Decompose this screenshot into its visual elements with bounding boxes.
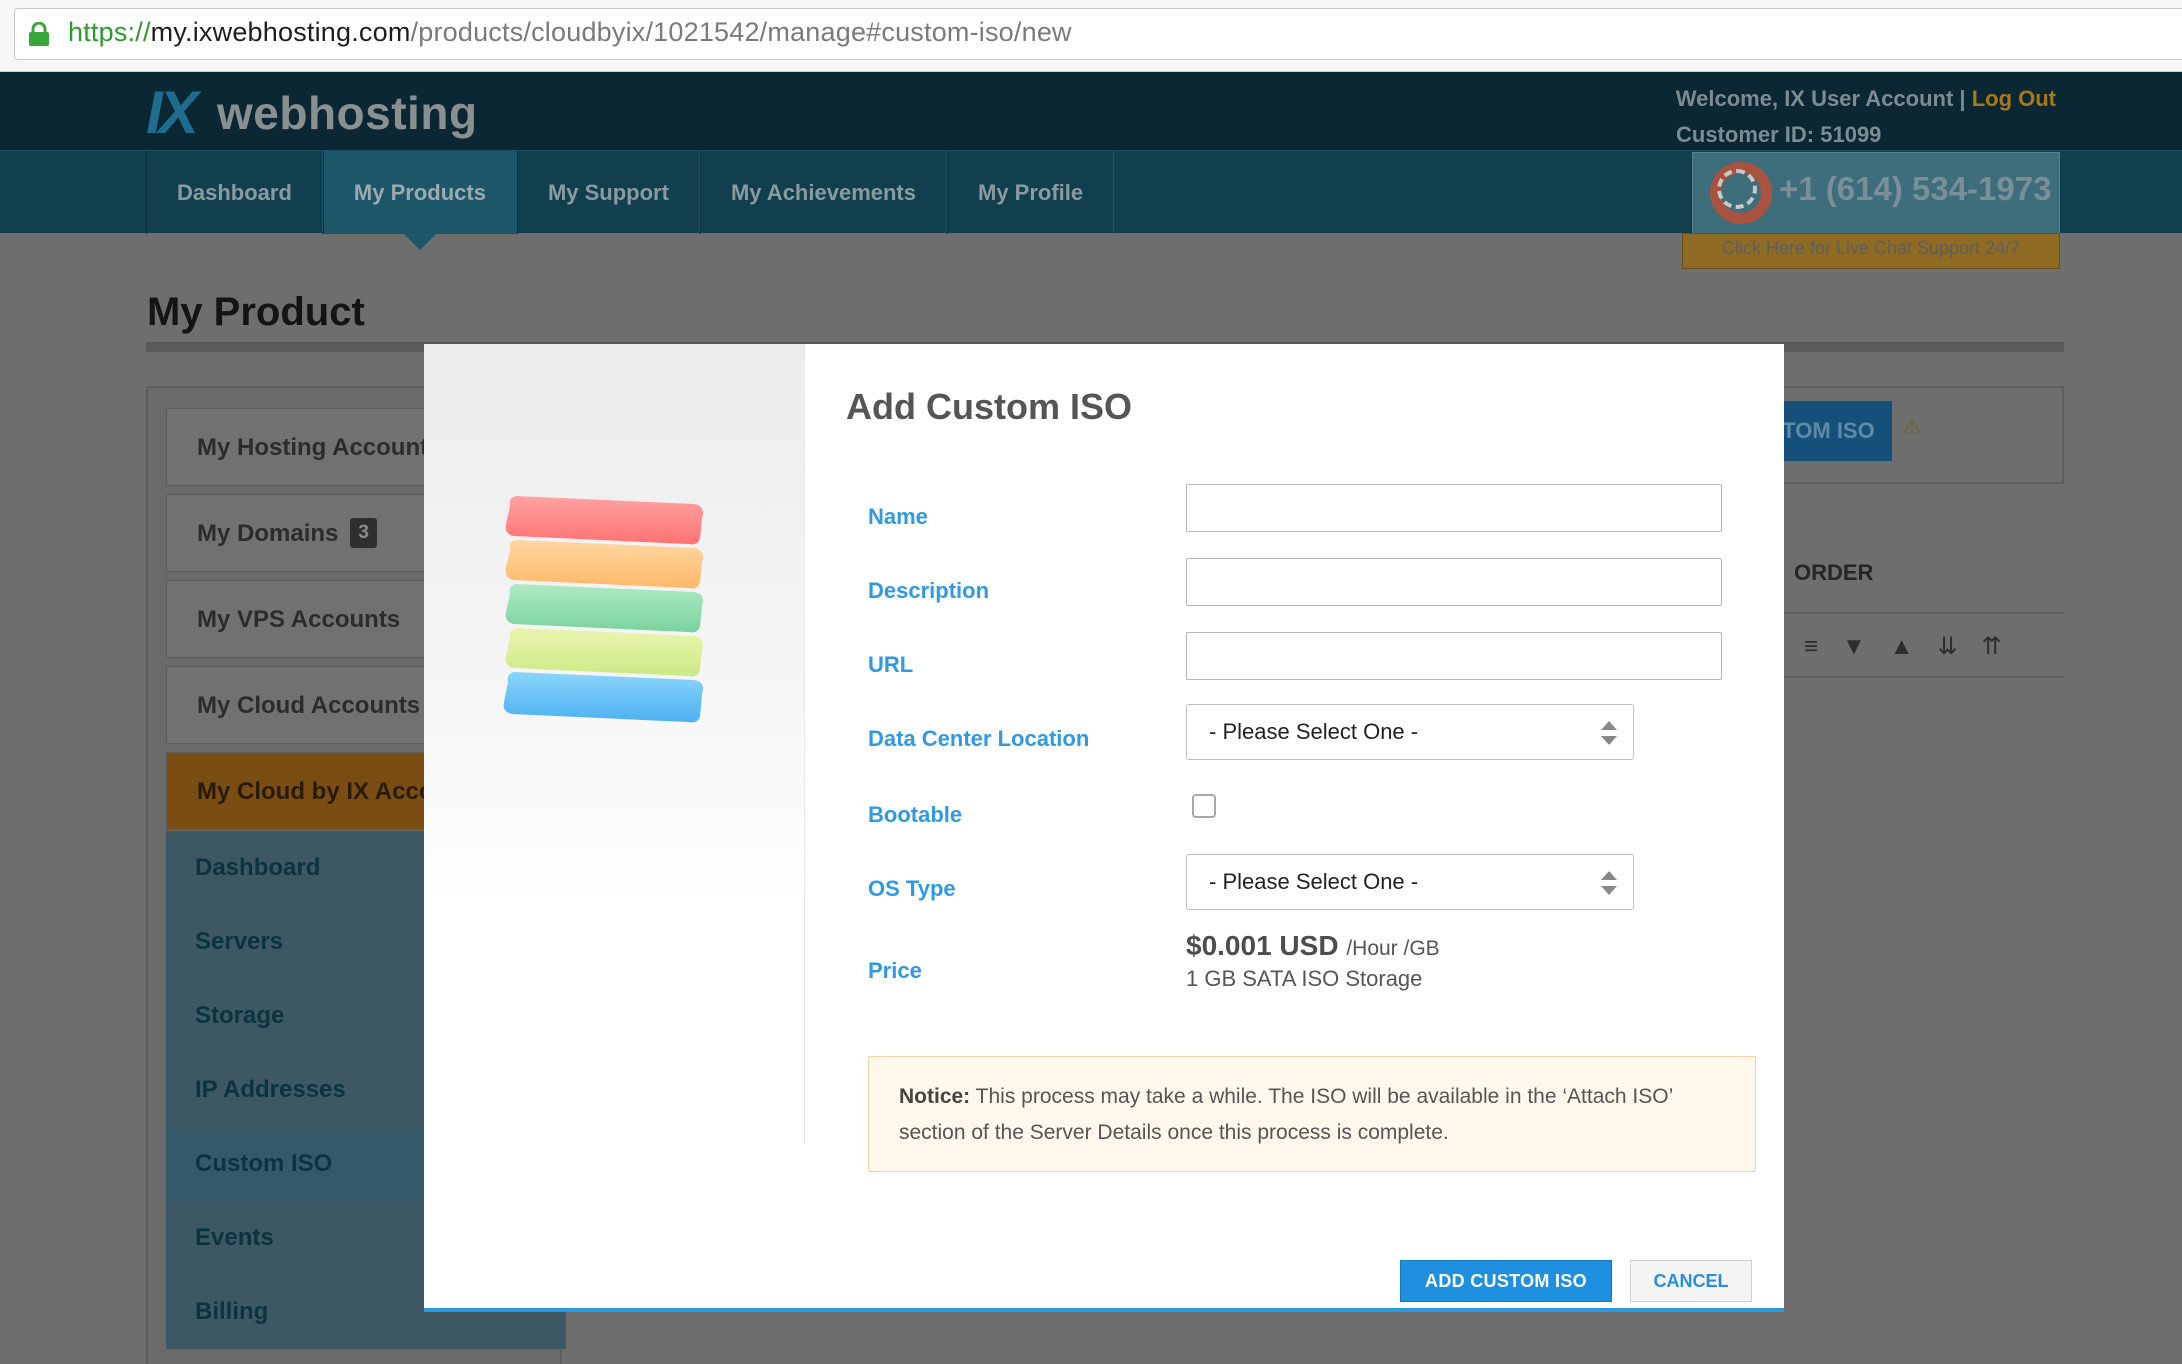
nav-my-profile[interactable]: My Profile — [947, 151, 1115, 234]
nav-my-support[interactable]: My Support — [516, 151, 700, 234]
live-chat-link[interactable]: Click Here for Live Chat Support 24/7 — [1682, 238, 2060, 259]
datacenter-label: Data Center Location — [868, 726, 1090, 751]
table-header-rule — [1782, 612, 2064, 614]
add-custom-iso-modal: Add Custom ISO Name Description URL Data… — [424, 344, 1784, 1312]
bg-button-label: ADD CUSTOM ISO — [1782, 418, 1875, 443]
welcome-message: Welcome, IX User Account | Log Out — [1676, 86, 2056, 112]
welcome-text: Welcome, IX User Account | — [1675, 86, 1972, 111]
page-title: My Product — [147, 290, 365, 334]
datacenter-select[interactable]: - Please Select One - — [1186, 704, 1634, 760]
logo-text[interactable]: webhosting — [217, 86, 478, 140]
nav-my-products[interactable]: My Products — [322, 151, 517, 250]
notice-text: This process may take a while. The ISO w… — [899, 1085, 1673, 1144]
modal-illustration-panel — [424, 344, 805, 1144]
select-arrows-icon — [1601, 871, 1617, 895]
browser-toolbar: https://my.ixwebhosting.com/products/clo… — [0, 0, 2182, 72]
sidebar-item-label: My Cloud Accounts — [197, 692, 421, 719]
modal-title: Add Custom ISO — [846, 386, 1132, 427]
domains-count-badge: 3 — [350, 517, 377, 548]
price-unit: /Hour /GB — [1346, 937, 1440, 960]
description-input[interactable] — [1186, 558, 1722, 606]
nav-dashboard[interactable]: Dashboard — [146, 151, 323, 234]
logo-mark[interactable]: IX — [146, 78, 199, 147]
address-url[interactable]: https://my.ixwebhosting.com/products/clo… — [68, 17, 1072, 48]
customer-id: Customer ID: 51099 — [1676, 122, 1882, 147]
url-input[interactable] — [1186, 632, 1722, 680]
lock-icon — [29, 22, 49, 46]
nav-my-achievements[interactable]: My Achievements — [699, 151, 947, 234]
url-path: /products/cloudbyix/1021542/manage#custo… — [410, 17, 1072, 47]
price-label: Price — [868, 958, 922, 983]
bootable-label: Bootable — [868, 802, 963, 827]
warning-icon: ⚠ — [1902, 414, 1922, 439]
notice-heading: Notice: — [899, 1085, 971, 1108]
lifebuoy-icon — [1710, 162, 1772, 224]
os-type-label: OS Type — [868, 876, 956, 901]
price-amount: $0.001 USD /Hour /GB — [1186, 930, 1440, 962]
phone-number[interactable]: +1 (614) 534-1973 — [1779, 170, 2051, 208]
name-label: Name — [868, 504, 928, 529]
datacenter-select-value: - Please Select One - — [1209, 719, 1419, 744]
drag-handle-icon[interactable]: ≡ — [1804, 633, 1842, 660]
table-row-rule — [1782, 676, 2064, 678]
move-top-icon[interactable]: ⇈ — [1982, 633, 2026, 660]
os-type-select-value: - Please Select One - — [1209, 869, 1419, 894]
storage-stack-icon — [503, 496, 703, 723]
move-bottom-icon[interactable]: ⇊ — [1938, 633, 1982, 660]
os-type-select[interactable]: - Please Select One - — [1186, 854, 1634, 910]
url-host: my.ixwebhosting.com — [150, 17, 411, 47]
sort-controls: ≡▼▲⇊⇈ — [1804, 632, 2026, 661]
url-scheme: https:// — [68, 17, 151, 47]
bootable-checkbox[interactable] — [1192, 794, 1216, 818]
price-detail: 1 GB SATA ISO Storage — [1186, 966, 1423, 991]
move-up-icon[interactable]: ▲ — [1890, 633, 1938, 660]
name-input[interactable] — [1186, 484, 1722, 532]
logout-link[interactable]: Log Out — [1972, 86, 2056, 111]
url-label: URL — [868, 652, 914, 677]
sidebar-item-label: My VPS Accounts — [197, 606, 401, 633]
sidebar-item-label: My Hosting Accounts — [197, 434, 442, 461]
select-arrows-icon — [1601, 721, 1617, 745]
cancel-button[interactable]: Cancel — [1630, 1260, 1752, 1302]
add-custom-iso-button[interactable]: Add Custom ISO — [1400, 1260, 1612, 1302]
order-column-header: ORDER — [1794, 560, 1874, 585]
price-value: $0.001 USD — [1186, 930, 1339, 961]
sidebar-item-label: My Domains — [197, 520, 339, 547]
move-down-icon[interactable]: ▼ — [1842, 633, 1890, 660]
description-label: Description — [868, 578, 990, 603]
add-custom-iso-bg-button[interactable]: ADD CUSTOM ISO — [1782, 401, 1892, 461]
notice-box: Notice: This process may take a while. T… — [868, 1056, 1756, 1172]
